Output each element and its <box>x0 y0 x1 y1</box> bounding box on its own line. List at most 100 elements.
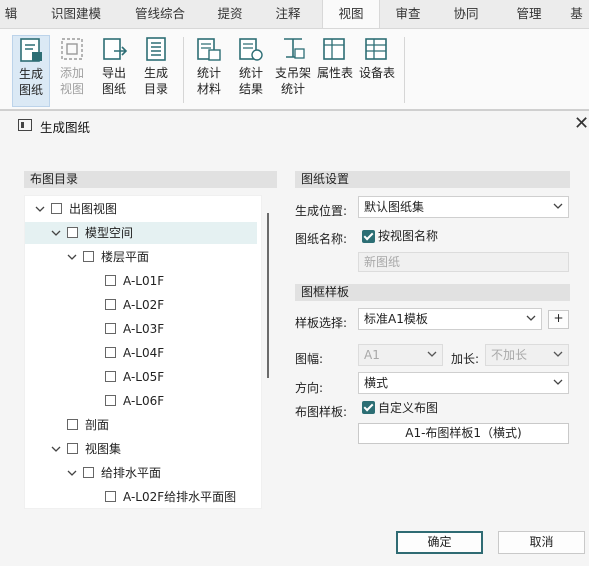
ribbon-button-label: 生成 <box>143 66 168 80</box>
ribbon-button-equipment-table[interactable]: 设备表 <box>359 35 395 105</box>
tab-7[interactable]: 协同 <box>442 0 490 28</box>
material-stats-icon <box>197 38 221 61</box>
tree-node[interactable]: 剖面 <box>25 414 259 436</box>
tree-node[interactable]: A-L02F <box>25 294 259 316</box>
tree-node-checkbox[interactable] <box>105 395 116 406</box>
ribbon-button-label-2: 视图 <box>59 82 84 96</box>
tree-node[interactable]: 出图视图 <box>25 198 259 220</box>
ribbon-button-label: 支吊架 <box>274 66 311 80</box>
tab-6[interactable]: 审查 <box>384 0 432 28</box>
tree-node-checkbox[interactable] <box>105 371 116 382</box>
ribbon-button-result-stats[interactable]: 统计 结果 <box>233 35 269 105</box>
export-drawing-icon <box>103 38 128 60</box>
tree-node[interactable]: A-L02F给排水平面图 <box>25 486 259 508</box>
tree-node-checkbox[interactable] <box>83 251 94 262</box>
tree-node-label: A-L04F <box>123 346 165 360</box>
tree-node-label: A-L02F <box>123 298 165 312</box>
frame-template-header: 图框样板 <box>295 284 570 301</box>
drawing-name-field[interactable]: 新图纸 <box>358 252 569 272</box>
drawing-name-value: 新图纸 <box>364 255 401 269</box>
drawing-settings-header: 图纸设置 <box>295 171 570 188</box>
template-select[interactable]: 标准A1模板 <box>358 308 542 330</box>
tree-node[interactable]: A-L06F <box>25 390 259 412</box>
tree-node[interactable]: A-L05F <box>25 366 259 388</box>
chevron-down-icon[interactable] <box>35 204 45 214</box>
direction-select[interactable]: 横式 <box>358 372 569 394</box>
tree-node-label: 剖面 <box>85 418 110 432</box>
tree-node-checkbox[interactable] <box>51 203 62 214</box>
tree-node[interactable]: A-L03F <box>25 318 259 340</box>
ribbon-separator <box>404 37 405 103</box>
layout-template-button[interactable]: A1-布图样板1（横式) <box>358 423 569 444</box>
tab-5[interactable]: 视图 <box>322 0 380 28</box>
tree-scrollbar[interactable] <box>267 213 269 378</box>
generate-drawing-icon <box>20 38 42 62</box>
tree-node-checkbox[interactable] <box>105 323 116 334</box>
tree-node-checkbox[interactable] <box>105 347 116 358</box>
chevron-down-icon[interactable] <box>51 228 61 238</box>
chevron-down-icon <box>553 351 563 357</box>
tab-1[interactable]: 识图建模 <box>40 0 112 28</box>
tree-node[interactable]: A-L04F <box>25 342 259 364</box>
close-icon[interactable]: ✕ <box>574 113 589 134</box>
tab-3[interactable]: 提资 <box>206 0 254 28</box>
location-select[interactable]: 默认图纸集 <box>358 196 569 218</box>
tree-node-label: A-L02F给排水平面图 <box>123 490 237 504</box>
location-label: 生成位置: <box>295 204 348 218</box>
tree-node-label: 视图集 <box>85 442 122 456</box>
name-by-view-checkbox[interactable] <box>362 230 375 243</box>
sheet-size-select[interactable]: A1 <box>358 344 443 366</box>
ribbon-button-label-2: 材料 <box>196 82 221 96</box>
tree-node-checkbox[interactable] <box>105 491 116 502</box>
tree-node[interactable]: 视图集 <box>25 438 259 460</box>
tab-8[interactable]: 管理 <box>501 0 557 28</box>
ribbon-button-label-2: 结果 <box>238 82 263 96</box>
ribbon-button-label: 导出 <box>101 66 126 80</box>
add-view-icon <box>61 38 83 60</box>
ribbon-panel: 生成 图纸 添加 视图 导出 图纸 生成 目录 统计 材料 统计 结果 支吊架 统计 属性表 设备表 <box>0 28 589 110</box>
tree-node-checkbox[interactable] <box>83 467 94 478</box>
layout-catalog-tree[interactable]: 出图视图 模型空间 楼层平面 A-L01F A-L02F A-L03F A-L04F A-L0… <box>24 195 262 509</box>
custom-layout-checkbox[interactable] <box>362 401 375 414</box>
chevron-down-icon <box>526 315 536 321</box>
tab-2[interactable]: 管线综合 <box>124 0 196 28</box>
tree-node-checkbox[interactable] <box>105 299 116 310</box>
extend-select[interactable]: 不加长 <box>485 344 569 366</box>
ribbon-button-material-stats[interactable]: 统计 材料 <box>191 35 227 105</box>
tree-node[interactable]: 给排水平面 <box>25 462 259 484</box>
tree-node[interactable]: 模型空间 <box>25 222 257 244</box>
direction-value: 横式 <box>364 376 389 390</box>
tree-node[interactable]: 楼层平面 <box>25 246 259 268</box>
ribbon-button-hanger-stats[interactable]: 支吊架 统计 <box>274 35 312 105</box>
ribbon-tab-bar: 辑识图建模 管线综合 提资 注释 视图 审查 协同 管理基 <box>0 0 589 28</box>
tree-node-label: A-L01F <box>123 274 165 288</box>
tree-node-checkbox[interactable] <box>105 275 116 286</box>
equipment-table-icon <box>365 38 387 60</box>
tree-node-checkbox[interactable] <box>67 443 78 454</box>
chevron-down-icon[interactable] <box>67 468 77 478</box>
chevron-down-icon[interactable] <box>67 252 77 262</box>
add-template-button[interactable]: + <box>548 310 569 329</box>
dialog-window-icon <box>18 119 32 131</box>
extend-label: 加长: <box>451 352 480 366</box>
tab-4[interactable]: 注释 <box>264 0 312 28</box>
custom-layout-label: 自定义布图 <box>378 401 439 415</box>
ribbon-button-property-table[interactable]: 属性表 <box>317 35 353 105</box>
ribbon-button-export-drawing[interactable]: 导出 图纸 <box>96 35 132 105</box>
tree-node-checkbox[interactable] <box>67 227 78 238</box>
ok-button[interactable]: 确定 <box>396 531 483 554</box>
chevron-down-icon <box>553 203 563 209</box>
ribbon-button-generate-catalog[interactable]: 生成 目录 <box>138 35 174 105</box>
ribbon-button-label-2: 目录 <box>143 82 168 96</box>
ribbon-button-add-view[interactable]: 添加 视图 <box>54 35 90 105</box>
cancel-button[interactable]: 取消 <box>498 531 585 554</box>
ribbon-button-label: 统计 <box>238 66 263 80</box>
chevron-down-icon[interactable] <box>51 444 61 454</box>
ribbon-button-generate-drawing[interactable]: 生成 图纸 <box>12 35 50 107</box>
tab-0[interactable]: 辑 <box>0 0 22 28</box>
dialog-title: 生成图纸 <box>40 120 91 135</box>
tree-node[interactable]: A-L01F <box>25 270 259 292</box>
tab-9[interactable]: 基 <box>564 0 589 28</box>
location-value: 默认图纸集 <box>364 200 425 214</box>
tree-node-checkbox[interactable] <box>67 419 78 430</box>
